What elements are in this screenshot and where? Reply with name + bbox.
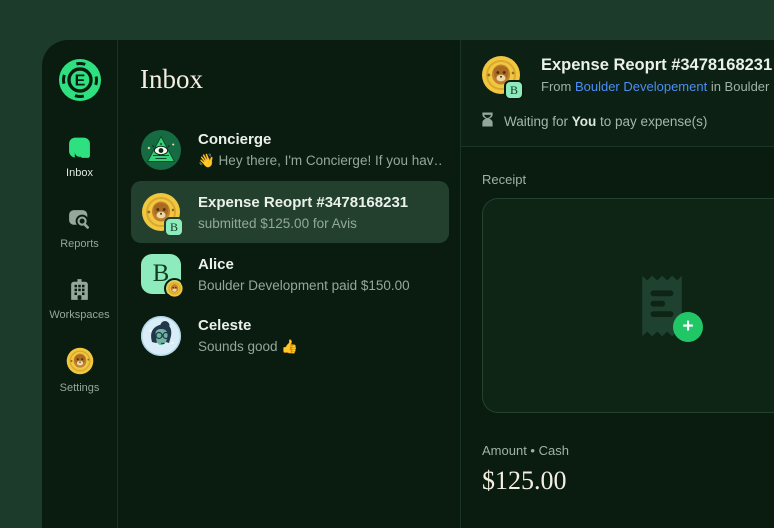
list-item-name: Expense Reoprt #3478168231 [198,193,409,211]
list-item-name: Concierge [198,131,272,148]
workspace-b-badge: B [164,217,184,237]
expense-title: Expense Reoprt #3478168231 [541,56,773,74]
list-item-preview: Boulder Development paid $150.00 [198,277,410,293]
sidebar-item-label: Workspaces [49,309,110,321]
svg-text:E: E [74,73,85,90]
app-logo[interactable]: E [58,58,102,102]
coin-avatar: B [481,55,524,100]
building-icon [66,276,92,302]
coin-badge [164,278,185,299]
sidebar-item-label: Settings [59,382,100,394]
coin-avatar-icon [66,347,94,375]
detail-body: Receipt + Amount • Cash $125.00 Descript… [461,147,774,528]
amount-label: Amount • Cash [482,443,569,458]
sidebar-item-inbox[interactable]: Inbox [66,134,93,179]
detail-header: B Expense Reoprt #3478168231 From Boulde… [461,40,774,147]
workspace-b-badge: B [504,80,524,100]
list-item-alice[interactable]: B Alice Boulder Development paid $150.00 [131,243,449,305]
report-search-icon [67,205,93,231]
concierge-pyramid-avatar [141,130,181,170]
list-item-preview: 👋 Hey there, I'm Concierge! If you hav… [198,153,441,168]
sidebar-item-label: Reports [60,238,99,250]
workspace-link[interactable]: Boulder Developement [575,79,707,94]
list-item-name: Celeste [198,317,252,334]
receipt-dropzone[interactable]: + [482,198,774,413]
sidebar-item-workspaces[interactable]: Workspaces [49,276,110,321]
celeste-portrait-avatar [141,316,181,356]
logo-e-icon: E [58,59,101,101]
add-receipt-button[interactable]: + [673,311,703,342]
mint-b-avatar: B [141,254,185,299]
list-item-concierge[interactable]: Concierge 👋 Hey there, I'm Concierge! If… [131,119,449,181]
sidebar-item-label: Inbox [66,167,93,179]
sidebar-item-settings[interactable]: Settings [59,347,100,394]
list-item-preview: submitted $125.00 for Avis [198,215,357,231]
list-item-expense-report[interactable]: B Expense Reoprt #3478168231 submitted $… [131,181,449,243]
list-item-preview: Sounds good 👍 [198,339,299,354]
list-item-name: Alice [198,255,234,273]
inbox-title: Inbox [140,64,203,94]
expense-subtitle: From Boulder Developement in Boulder Dev… [541,79,774,94]
hourglass-icon [481,112,494,130]
inbox-rows: Concierge 👋 Hey there, I'm Concierge! If… [118,119,460,367]
coin-avatar: B [141,192,184,237]
sidebar-item-reports[interactable]: Reports [60,205,99,250]
amount-value: $125.00 [482,466,567,495]
status-text: Waiting for You to pay expense(s) [504,113,708,129]
receipt-label: Receipt [482,172,527,187]
inbox-list-panel: Inbox Concierge 👋 Hey there, I'm Concier… [118,40,461,528]
expense-detail-panel: B Expense Reoprt #3478168231 From Boulde… [461,40,774,528]
status-row: Waiting for You to pay expense(s) [481,112,774,130]
list-item-celeste[interactable]: Celeste Sounds good 👍 [131,305,449,367]
sidebar: E Inbox Reports Workspaces Settings [42,40,118,528]
inbox-tray-icon [66,134,92,160]
app-window: E Inbox Reports Workspaces Settings Inbo… [42,40,774,528]
